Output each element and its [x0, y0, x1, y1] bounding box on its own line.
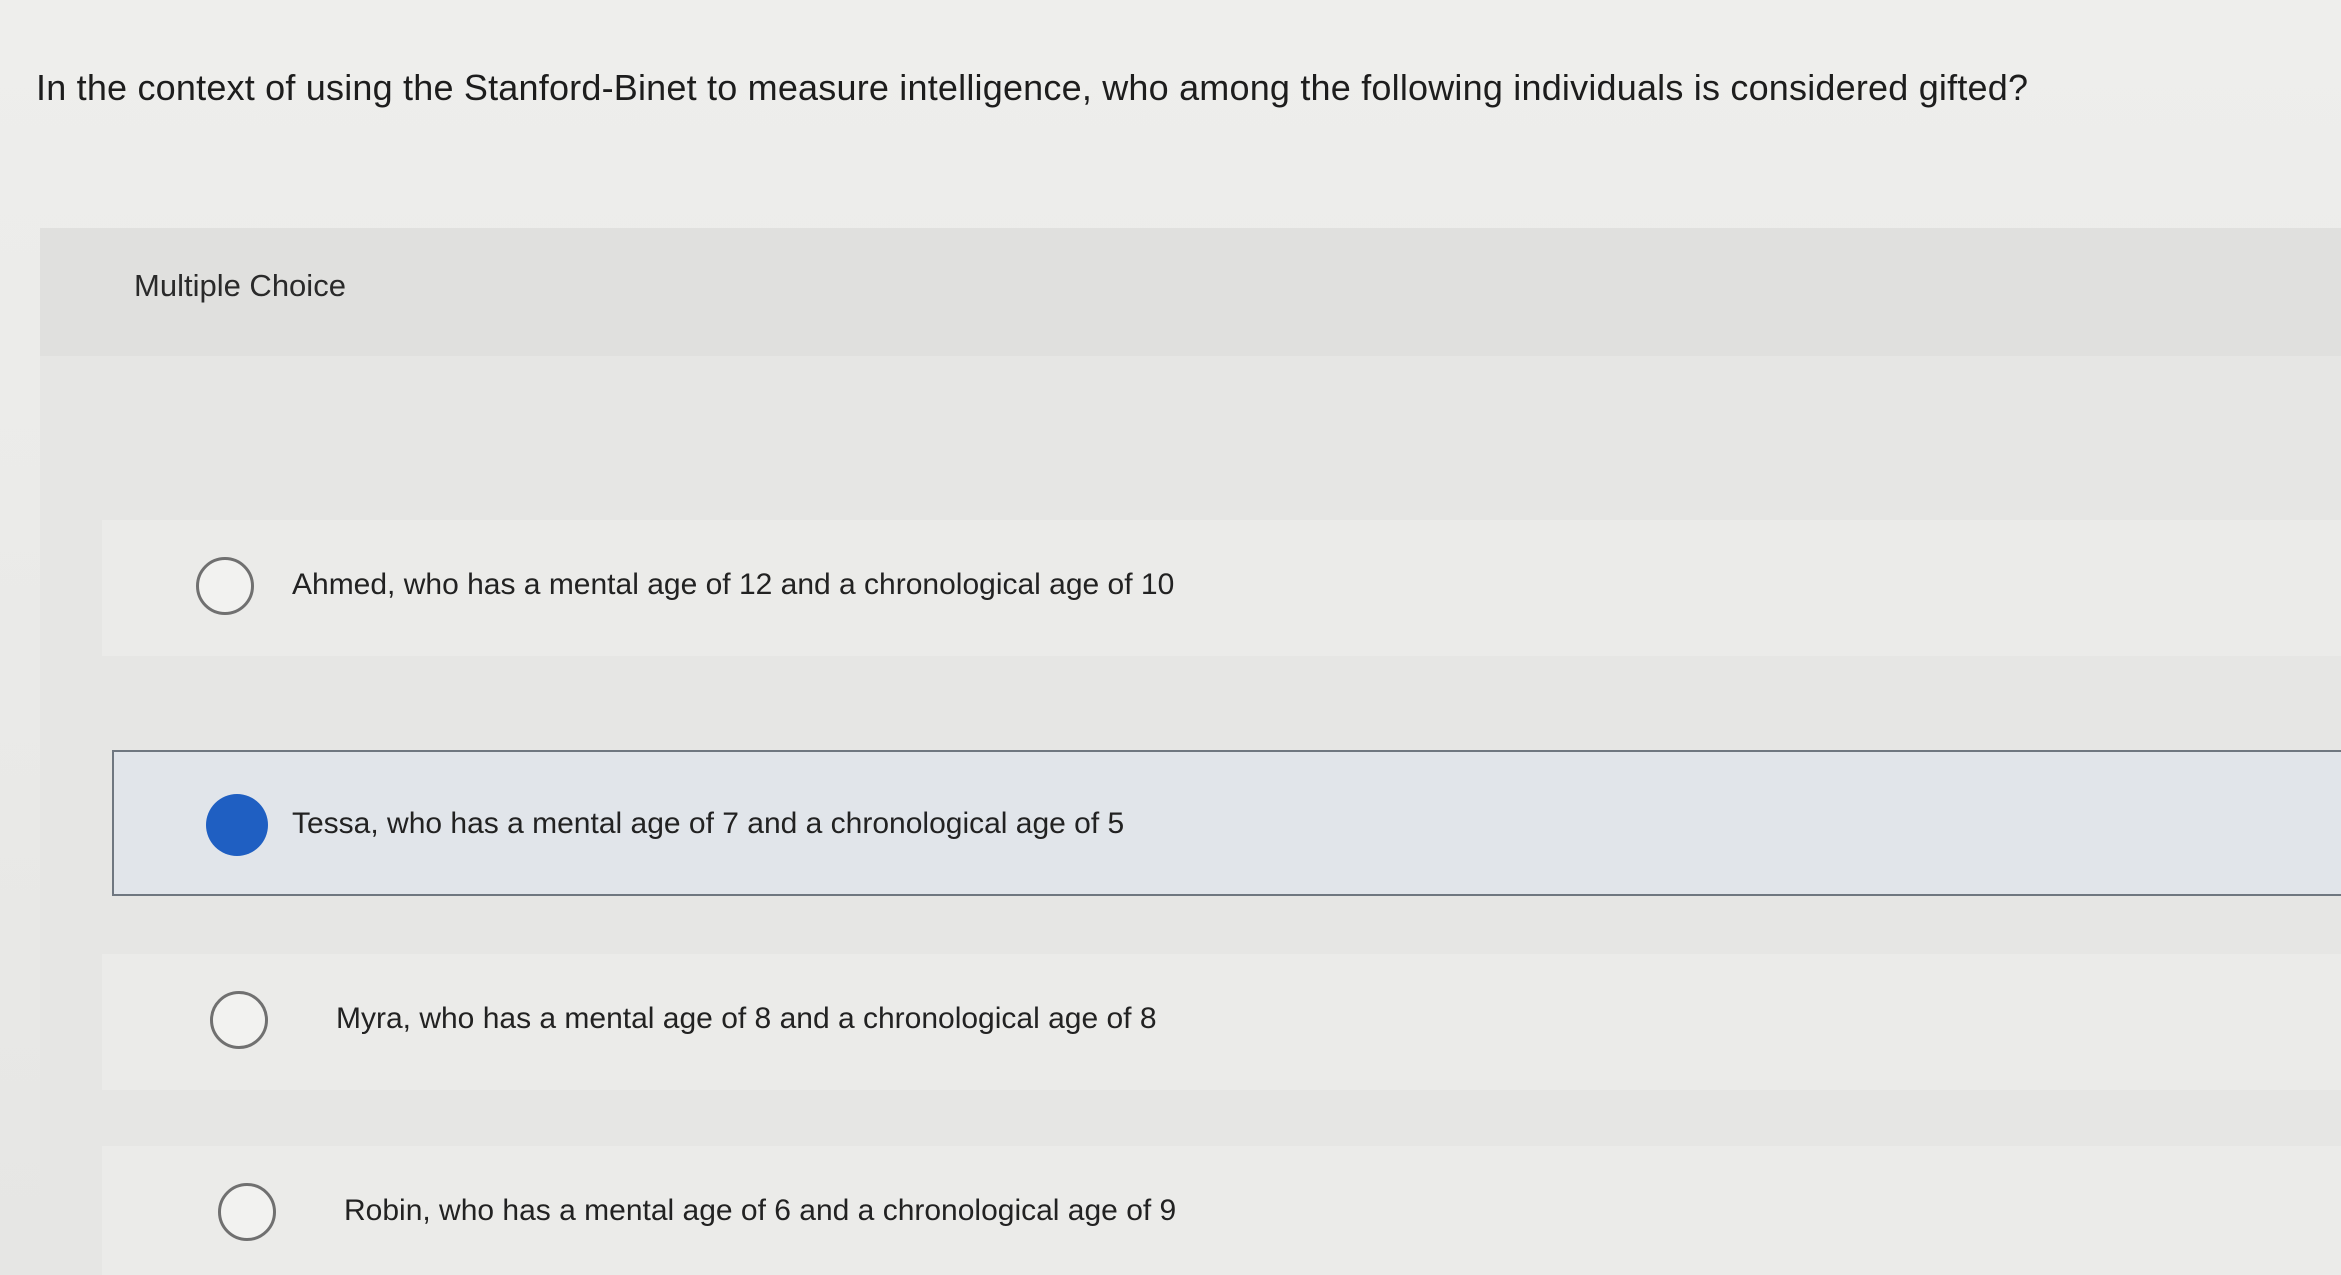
multiple-choice-label: Multiple Choice: [134, 268, 346, 303]
radio-button-icon[interactable]: [196, 557, 254, 615]
answer-option-label: Ahmed, who has a mental age of 12 and a …: [292, 568, 1175, 601]
radio-button-icon[interactable]: [218, 1183, 276, 1241]
answer-option-robin[interactable]: Robin, who has a mental age of 6 and a c…: [102, 1146, 2341, 1275]
question-prompt: In the context of using the Stanford-Bin…: [36, 67, 2029, 108]
panel-header: Multiple Choice: [40, 228, 2341, 356]
quiz-page: In the context of using the Stanford-Bin…: [0, 0, 2341, 1275]
answer-option-tessa[interactable]: Tessa, who has a mental age of 7 and a c…: [112, 750, 2341, 896]
answer-option-label: Myra, who has a mental age of 8 and a ch…: [336, 1002, 1157, 1035]
radio-button-icon[interactable]: [210, 991, 268, 1049]
answer-option-myra[interactable]: Myra, who has a mental age of 8 and a ch…: [102, 954, 2341, 1090]
answer-option-ahmed[interactable]: Ahmed, who has a mental age of 12 and a …: [102, 520, 2341, 656]
answer-option-label: Robin, who has a mental age of 6 and a c…: [344, 1194, 1177, 1227]
answer-options: Ahmed, who has a mental age of 12 and a …: [40, 356, 2341, 1275]
answer-option-label: Tessa, who has a mental age of 7 and a c…: [292, 807, 1125, 840]
multiple-choice-panel: Multiple Choice Ahmed, who has a mental …: [40, 228, 2341, 1275]
radio-button-selected-icon[interactable]: [206, 794, 268, 856]
